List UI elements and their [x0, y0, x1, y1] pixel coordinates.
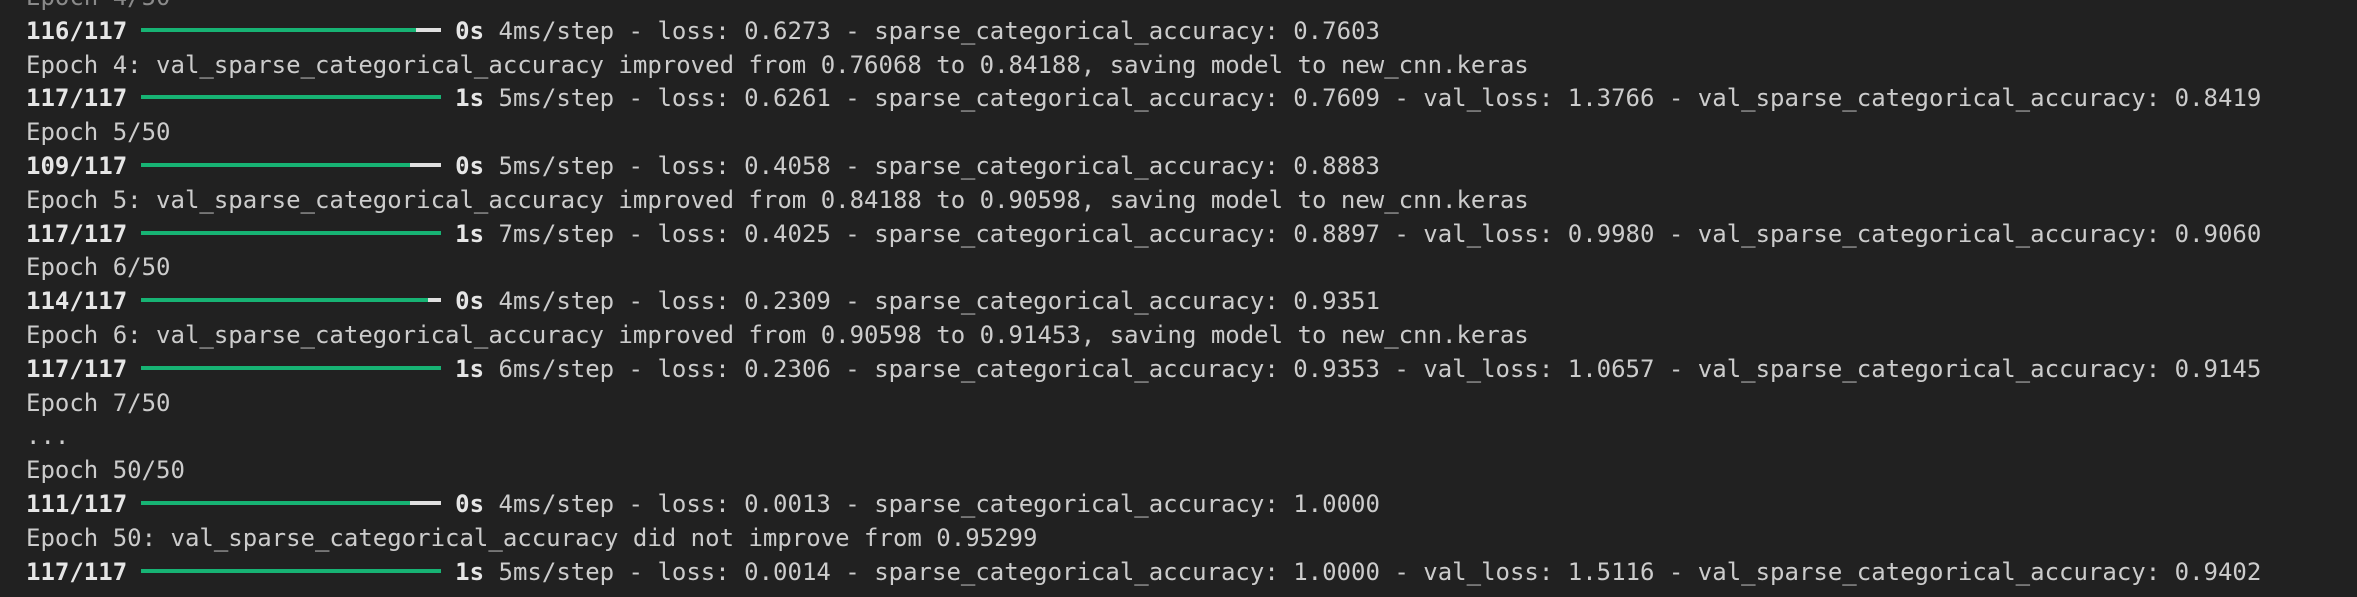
elapsed-time: 1s	[455, 557, 485, 586]
step-counter: 117/117	[26, 84, 128, 113]
progress-bar-fill	[141, 95, 442, 100]
metrics-text: 5ms/step - loss: 0.0014 - sparse_categor…	[498, 557, 2262, 586]
progress-bar-fill	[141, 27, 416, 32]
elapsed-time: 0s	[455, 287, 485, 316]
metrics-text: 4ms/step - loss: 0.0013 - sparse_categor…	[498, 489, 1380, 518]
terminal-output: Epoch 4/50116/117 0s 4ms/step - loss: 0.6…	[26, 0, 2357, 589]
metrics-text: 4ms/step - loss: 0.6273 - sparse_categor…	[498, 16, 1380, 45]
progress-bar-fill	[141, 500, 410, 505]
log-line: Epoch 7/50	[26, 388, 171, 417]
log-line: Epoch 6: val_sparse_categorical_accuracy…	[26, 320, 1529, 349]
log-line: Epoch 5/50	[26, 118, 171, 147]
progress-bar	[141, 95, 442, 100]
log-line: Epoch 50/50	[26, 456, 185, 485]
step-counter: 117/117	[26, 219, 128, 248]
log-line: Epoch 6/50	[26, 253, 171, 282]
progress-bar	[141, 298, 442, 303]
log-line: Epoch 4: val_sparse_categorical_accuracy…	[26, 50, 1529, 79]
progress-line: 117/117 1s 5ms/step - loss: 0.0014 - spar…	[26, 556, 2357, 590]
elapsed-time: 0s	[455, 489, 485, 518]
metrics-text: 7ms/step - loss: 0.4025 - sparse_categor…	[498, 219, 2262, 248]
progress-line: 116/117 0s 4ms/step - loss: 0.6273 - spar…	[26, 15, 2357, 49]
step-counter: 117/117	[26, 557, 128, 586]
step-counter: 109/117	[26, 151, 128, 180]
progress-bar	[141, 568, 442, 573]
step-counter: 117/117	[26, 354, 128, 383]
progress-line: 111/117 0s 4ms/step - loss: 0.0013 - spar…	[26, 488, 2357, 522]
metrics-text: 6ms/step - loss: 0.2306 - sparse_categor…	[498, 354, 2262, 383]
progress-bar-fill	[141, 365, 442, 370]
elapsed-time: 1s	[455, 354, 485, 383]
progress-bar-remaining	[409, 162, 442, 167]
progress-bar-fill	[141, 162, 410, 167]
metrics-text: 4ms/step - loss: 0.2309 - sparse_categor…	[498, 287, 1380, 316]
elapsed-time: 1s	[455, 219, 485, 248]
progress-bar	[141, 365, 442, 370]
step-counter: 111/117	[26, 489, 128, 518]
progress-line: 117/117 1s 6ms/step - loss: 0.2306 - spar…	[26, 353, 2357, 387]
elapsed-time: 0s	[455, 16, 485, 45]
metrics-text: 5ms/step - loss: 0.4058 - sparse_categor…	[498, 151, 1380, 180]
progress-bar	[141, 500, 442, 505]
progress-bar-remaining	[427, 298, 442, 303]
log-line: Epoch 4/50	[26, 0, 2357, 15]
elapsed-time: 0s	[455, 151, 485, 180]
progress-line: 114/117 0s 4ms/step - loss: 0.2309 - spar…	[26, 285, 2357, 319]
progress-bar-fill	[141, 298, 428, 303]
progress-bar-remaining	[415, 27, 442, 32]
progress-line: 117/117 1s 7ms/step - loss: 0.4025 - spar…	[26, 218, 2357, 252]
progress-line: 109/117 0s 5ms/step - loss: 0.4058 - spar…	[26, 150, 2357, 184]
elapsed-time: 1s	[455, 84, 485, 113]
progress-bar	[141, 230, 442, 235]
progress-line: 117/117 1s 5ms/step - loss: 0.6261 - spar…	[26, 82, 2357, 116]
log-line: Epoch 50: val_sparse_categorical_accurac…	[26, 523, 1038, 552]
metrics-text: 5ms/step - loss: 0.6261 - sparse_categor…	[498, 84, 2262, 113]
log-line: ...	[26, 422, 70, 451]
progress-bar	[141, 27, 442, 32]
step-counter: 116/117	[26, 16, 128, 45]
progress-bar-fill	[141, 230, 442, 235]
step-counter: 114/117	[26, 287, 128, 316]
log-line: Epoch 5: val_sparse_categorical_accuracy…	[26, 185, 1529, 214]
progress-bar	[141, 162, 442, 167]
progress-bar-remaining	[409, 500, 442, 505]
progress-bar-fill	[141, 568, 442, 573]
